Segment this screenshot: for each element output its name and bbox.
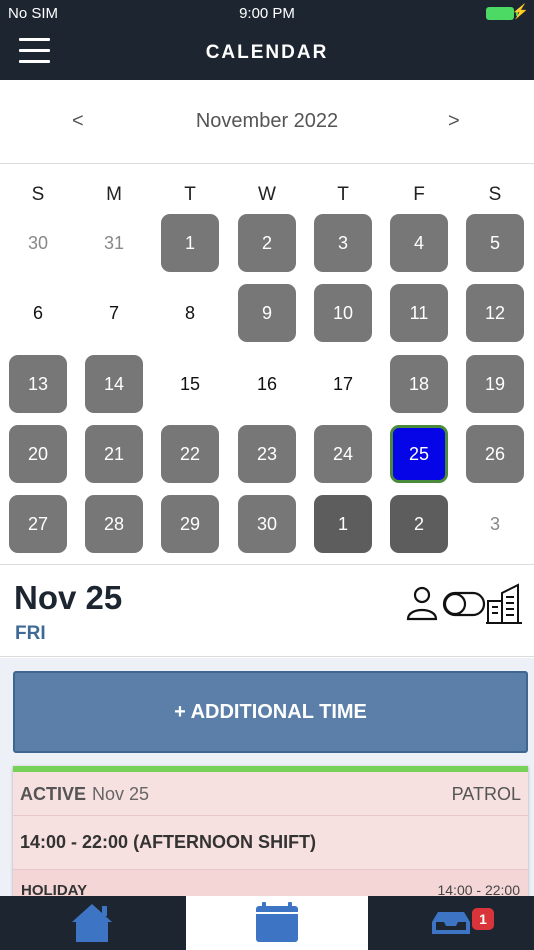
calendar-day[interactable]: 30: [238, 495, 296, 553]
shift-date: Nov 25: [92, 784, 150, 804]
weekday-label: T: [184, 184, 196, 205]
calendar-day[interactable]: 24: [314, 425, 372, 483]
calendar-day[interactable]: 8: [161, 284, 219, 342]
calendar-day[interactable]: 13: [9, 355, 67, 413]
tab-inbox[interactable]: 1: [370, 896, 534, 950]
calendar-day[interactable]: 26: [466, 425, 524, 483]
inbox-badge: 1: [472, 908, 494, 930]
detail-icons: [406, 583, 526, 627]
calendar-day[interactable]: 3: [314, 214, 372, 272]
calendar-day[interactable]: 17: [314, 355, 372, 413]
calendar-day[interactable]: 15: [161, 355, 219, 413]
weekday-label: S: [488, 184, 502, 205]
calendar-day[interactable]: 12: [466, 284, 524, 342]
calendar-day[interactable]: 18: [390, 355, 448, 413]
calendar-day[interactable]: 7: [85, 284, 143, 342]
inbox-icon: [432, 912, 470, 934]
toggle-icon[interactable]: [442, 591, 486, 617]
tab-home[interactable]: [0, 896, 184, 950]
selected-weekday: FRI: [15, 623, 46, 644]
calendar-day[interactable]: 27: [9, 495, 67, 553]
calendar-day[interactable]: 30: [9, 214, 67, 272]
calendar-day[interactable]: 4: [390, 214, 448, 272]
tab-bar: 1: [0, 896, 534, 950]
shift-sub-entry[interactable]: HOLIDAY 14:00 - 22:00: [13, 869, 528, 896]
sub-entry-time: 14:00 - 22:00: [437, 882, 520, 896]
calendar-day[interactable]: 19: [466, 355, 524, 413]
calendar-day[interactable]: 29: [161, 495, 219, 553]
calendar-day[interactable]: 14: [85, 355, 143, 413]
calendar-day[interactable]: 21: [85, 425, 143, 483]
calendar-day[interactable]: 1: [314, 495, 372, 553]
charging-icon: ⚡: [511, 3, 529, 19]
calendar-day[interactable]: 6: [9, 284, 67, 342]
clock-label: 9:00 PM: [239, 5, 295, 22]
weekday-label: W: [258, 184, 276, 205]
calendar-day[interactable]: 11: [390, 284, 448, 342]
calendar-day[interactable]: 1: [161, 214, 219, 272]
weekday-label: T: [337, 184, 349, 205]
home-icon: [72, 904, 112, 942]
person-icon[interactable]: [406, 586, 438, 621]
calendar-day[interactable]: 10: [314, 284, 372, 342]
month-navigator: < November 2022 >: [0, 80, 534, 164]
calendar-day[interactable]: 2: [238, 214, 296, 272]
weekday-label: M: [106, 184, 122, 205]
day-content: + ADDITIONAL TIME ACTIVE Nov 25 PATROL 1…: [0, 658, 534, 896]
calendar-icon: [256, 902, 298, 942]
shift-type: PATROL: [451, 784, 521, 804]
top-bar: No SIM 9:00 PM ⚡ CALENDAR: [0, 0, 534, 80]
calendar-day[interactable]: 16: [238, 355, 296, 413]
selected-date: Nov 25: [14, 579, 123, 616]
calendar-day[interactable]: 28: [85, 495, 143, 553]
shift-card-header: ACTIVE Nov 25 PATROL: [13, 772, 528, 816]
calendar-day[interactable]: 5: [466, 214, 524, 272]
calendar-day[interactable]: 20: [9, 425, 67, 483]
tab-calendar[interactable]: [186, 896, 368, 950]
next-month-button[interactable]: >: [448, 110, 460, 133]
buildings-icon[interactable]: [486, 583, 522, 624]
weekday-label: S: [31, 184, 45, 205]
weekday-header: S M T W T F S: [0, 184, 534, 208]
calendar-day-selected[interactable]: 25: [390, 425, 448, 483]
additional-time-button[interactable]: + ADDITIONAL TIME: [13, 671, 528, 753]
battery-icon: [486, 7, 518, 20]
calendar-day[interactable]: 3: [466, 495, 524, 553]
calendar-day[interactable]: 9: [238, 284, 296, 342]
day-detail-header: Nov 25 FRI: [0, 564, 534, 657]
shift-status: ACTIVE: [20, 784, 87, 804]
shift-card[interactable]: ACTIVE Nov 25 PATROL 14:00 - 22:00 (AFTE…: [13, 766, 528, 896]
shift-time: 14:00 - 22:00 (AFTERNOON SHIFT): [20, 832, 317, 852]
calendar-day[interactable]: 2: [390, 495, 448, 553]
status-bar: No SIM 9:00 PM ⚡: [0, 0, 534, 28]
sub-entry-label: HOLIDAY: [21, 882, 88, 896]
calendar-grid: 30 31 1 2 3 4 5 6 7 8 9 10 11 12 13 14 15 16 17 18 19 20 21 22 2…: [0, 214, 534, 564]
calendar-day[interactable]: 23: [238, 425, 296, 483]
calendar-day[interactable]: 31: [85, 214, 143, 272]
weekday-label: F: [413, 184, 425, 205]
calendar-day[interactable]: 22: [161, 425, 219, 483]
hamburger-line: [19, 38, 50, 41]
page-title: CALENDAR: [205, 42, 329, 63]
